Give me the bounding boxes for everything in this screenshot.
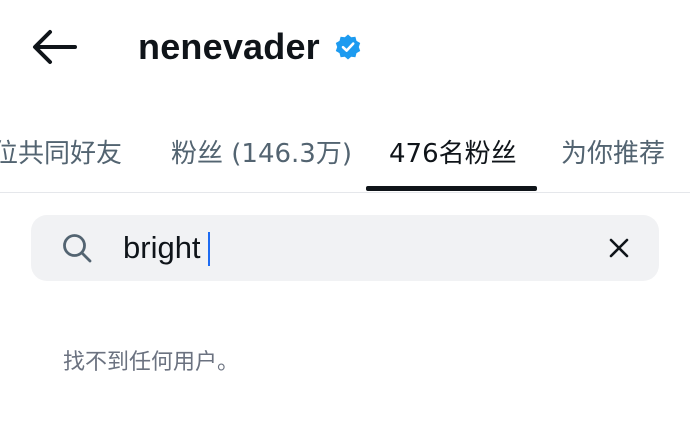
tab-followers[interactable]: 粉丝 (146.3万) (171, 112, 352, 191)
text-caret (208, 232, 210, 266)
tab-recommended[interactable]: 为你推荐 (561, 112, 665, 191)
close-icon (609, 238, 629, 258)
empty-state-message: 找不到任何用户。 (63, 350, 240, 375)
search-input[interactable] (123, 224, 563, 272)
back-button[interactable] (24, 22, 84, 72)
active-tab-indicator (366, 186, 537, 191)
arrow-left-icon (33, 30, 77, 64)
profile-header: nenevader (0, 0, 690, 100)
verified-badge-icon (334, 33, 362, 61)
search-icon (61, 232, 93, 264)
follow-tabs: 位共同好友 粉丝 (146.3万) 476名粉丝 为你推荐 (0, 112, 690, 193)
clear-search-button[interactable] (603, 232, 635, 264)
followers-screen: nenevader 位共同好友 粉丝 (146.3万) 476名粉丝 为你推荐 (0, 0, 690, 442)
tab-mutual-friends[interactable]: 位共同好友 (0, 112, 122, 191)
tab-followed-count[interactable]: 476名粉丝 (389, 112, 517, 191)
username-row: nenevader (138, 22, 362, 72)
profile-username: nenevader (138, 26, 320, 67)
search-bar[interactable] (31, 215, 659, 281)
